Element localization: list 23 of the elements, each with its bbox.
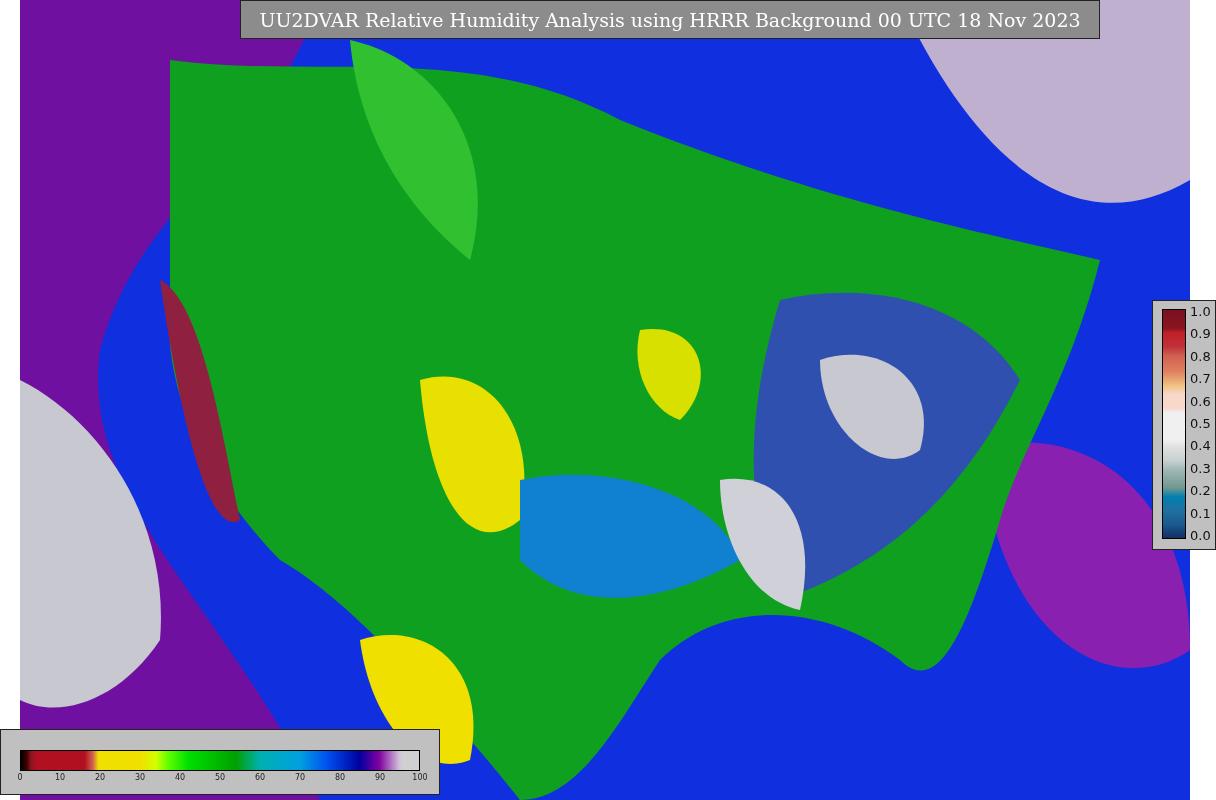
scale-label: 40 [174, 773, 186, 782]
scale-label: 50 [214, 773, 226, 782]
scale-label: 0.4 [1190, 439, 1211, 454]
scale-label: 1.0 [1190, 305, 1211, 319]
scale-label: 90 [374, 773, 386, 782]
scale-label: 0.3 [1190, 461, 1211, 476]
scale-label: 10 [54, 773, 66, 782]
scale-label: 0.0 [1190, 528, 1211, 543]
scale-label: 60 [254, 773, 266, 782]
scale-label: 0.2 [1190, 484, 1211, 499]
scale-label: 80 [334, 773, 346, 782]
scale-label: 0.6 [1190, 394, 1211, 409]
scale-label: 0 [17, 773, 23, 782]
scale-label: 0.1 [1190, 506, 1211, 521]
scale-label: 100 [412, 773, 428, 782]
scale-label: 20 [94, 773, 106, 782]
scale-label: 0.8 [1190, 349, 1211, 364]
scale-label: 0.9 [1190, 327, 1211, 342]
scale-label: 0.5 [1190, 416, 1211, 431]
scale-label: 70 [294, 773, 306, 782]
scale-label: 30 [134, 773, 146, 782]
scale-label: 0.7 [1190, 372, 1211, 387]
map-title: UU2DVAR Relative Humidity Analysis using HRRR Background 00 UTC 18 Nov 2023 [240, 0, 1100, 39]
